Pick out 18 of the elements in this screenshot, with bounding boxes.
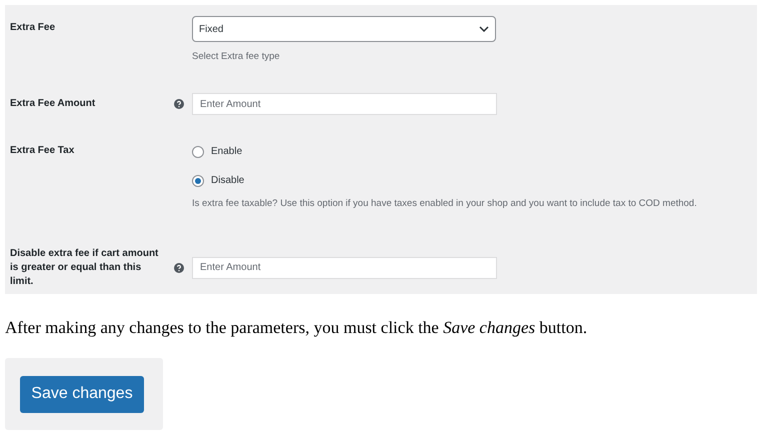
radio-label: Enable	[211, 145, 242, 160]
radio-label: Disable	[211, 174, 244, 188]
field-description: Select Extra fee type	[192, 50, 281, 64]
field-label: Extra Fee	[10, 21, 56, 35]
field-label: Extra Fee Amount	[10, 97, 96, 112]
instruction-text: After making any changes to the parameters, you must click the Save changes button.	[5, 318, 588, 338]
save-button[interactable]: Save changes	[20, 376, 144, 412]
input-field[interactable]: Enter Amount	[192, 93, 497, 116]
field-label: Disable extra fee if cart amount is greater or equal than this limit.	[10, 246, 160, 288]
radio-button[interactable]	[192, 175, 204, 188]
field-label: Extra Fee Tax	[10, 144, 76, 158]
field-description: Is extra fee taxable? Use this option if you have taxes enabled in your shop and you want to include tax to COD method.	[192, 197, 697, 212]
input-field[interactable]: Enter Amount	[192, 256, 497, 278]
radio-button[interactable]	[192, 146, 204, 158]
help-icon[interactable]	[174, 99, 184, 110]
help-icon[interactable]	[174, 262, 184, 272]
chevron-icon	[479, 26, 489, 32]
select-field[interactable]: Fixed	[192, 16, 496, 42]
